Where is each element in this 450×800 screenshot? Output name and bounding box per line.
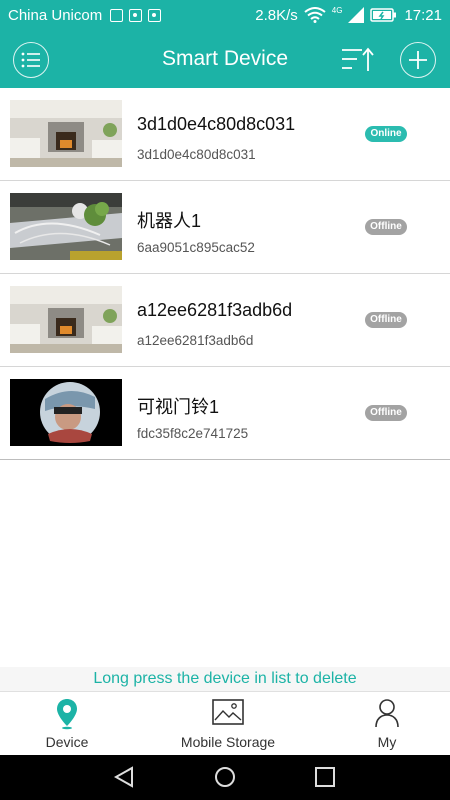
system-nav-bar — [0, 755, 450, 800]
app-header: Smart Device — [0, 30, 450, 88]
app-notification-icon — [148, 8, 162, 22]
device-thumbnail — [10, 193, 122, 260]
device-thumbnail — [10, 286, 122, 353]
status-badge: Online — [365, 126, 407, 142]
tab-storage-label: Mobile Storage — [180, 734, 276, 750]
tab-mobile-storage[interactable]: Mobile Storage — [163, 692, 293, 756]
device-name: 3d1d0e4c80d8c031 — [137, 114, 296, 134]
recent-apps-icon[interactable] — [314, 766, 336, 793]
tab-my[interactable]: My — [352, 692, 422, 756]
device-name: 机器人1 — [137, 211, 202, 231]
device-id: 6aa9051c895cac52 — [137, 240, 255, 255]
status-badge: Offline — [365, 312, 407, 328]
list-menu-icon — [21, 52, 40, 68]
tab-my-label: My — [377, 734, 397, 750]
device-list: 3d1d0e4c80d8c031 3d1d0e4c80d8c031 Online — [0, 88, 450, 460]
signal-icon — [348, 7, 365, 23]
app-notification-icon — [129, 8, 143, 22]
carrier-label: China Unicom — [8, 6, 103, 24]
status-bar: China Unicom 2.8K/s 4G 17:21 — [0, 0, 450, 30]
clock: 17:21 — [404, 6, 442, 24]
person-icon — [374, 698, 400, 733]
status-right: 2.8K/s 4G 17:21 — [255, 5, 442, 24]
device-id: a12ee6281f3adb6d — [137, 333, 254, 348]
battery-icon — [370, 7, 398, 23]
status-badge: Offline — [365, 219, 407, 235]
device-name: 可视门铃1 — [137, 397, 220, 417]
back-icon[interactable] — [113, 766, 135, 793]
image-icon — [212, 698, 244, 731]
status-badge: Offline — [365, 405, 407, 421]
device-id: 3d1d0e4c80d8c031 — [137, 147, 256, 162]
device-thumbnail — [10, 100, 122, 167]
device-row[interactable]: 机器人1 6aa9051c895cac52 Offline — [0, 181, 450, 274]
device-row[interactable]: a12ee6281f3adb6d a12ee6281f3adb6d Offlin… — [0, 274, 450, 367]
delete-hint: Long press the device in list to delete — [0, 667, 450, 691]
network-speed: 2.8K/s — [255, 6, 298, 24]
plus-icon — [409, 51, 427, 69]
location-pin-icon — [56, 698, 78, 735]
usb-icon — [110, 8, 124, 22]
bottom-nav: Device Mobile Storage My — [0, 691, 450, 755]
device-name: a12ee6281f3adb6d — [137, 300, 293, 320]
tab-device[interactable]: Device — [22, 692, 112, 756]
network-type: 4G — [331, 5, 343, 15]
tab-device-label: Device — [45, 734, 89, 750]
screen: China Unicom 2.8K/s 4G 17:21 Smart Devic… — [0, 0, 450, 800]
page-title: Smart Device — [161, 47, 289, 70]
device-row[interactable]: 可视门铃1 fdc35f8c2e741725 Offline — [0, 367, 450, 460]
sort-button[interactable] — [340, 46, 374, 74]
wifi-icon — [304, 7, 326, 23]
menu-button[interactable] — [13, 42, 49, 78]
sort-icon — [342, 47, 374, 71]
add-device-button[interactable] — [400, 42, 436, 78]
device-thumbnail — [10, 379, 122, 446]
device-id: fdc35f8c2e741725 — [137, 426, 249, 441]
home-icon[interactable] — [214, 766, 236, 793]
device-row[interactable]: 3d1d0e4c80d8c031 3d1d0e4c80d8c031 Online — [0, 88, 450, 181]
